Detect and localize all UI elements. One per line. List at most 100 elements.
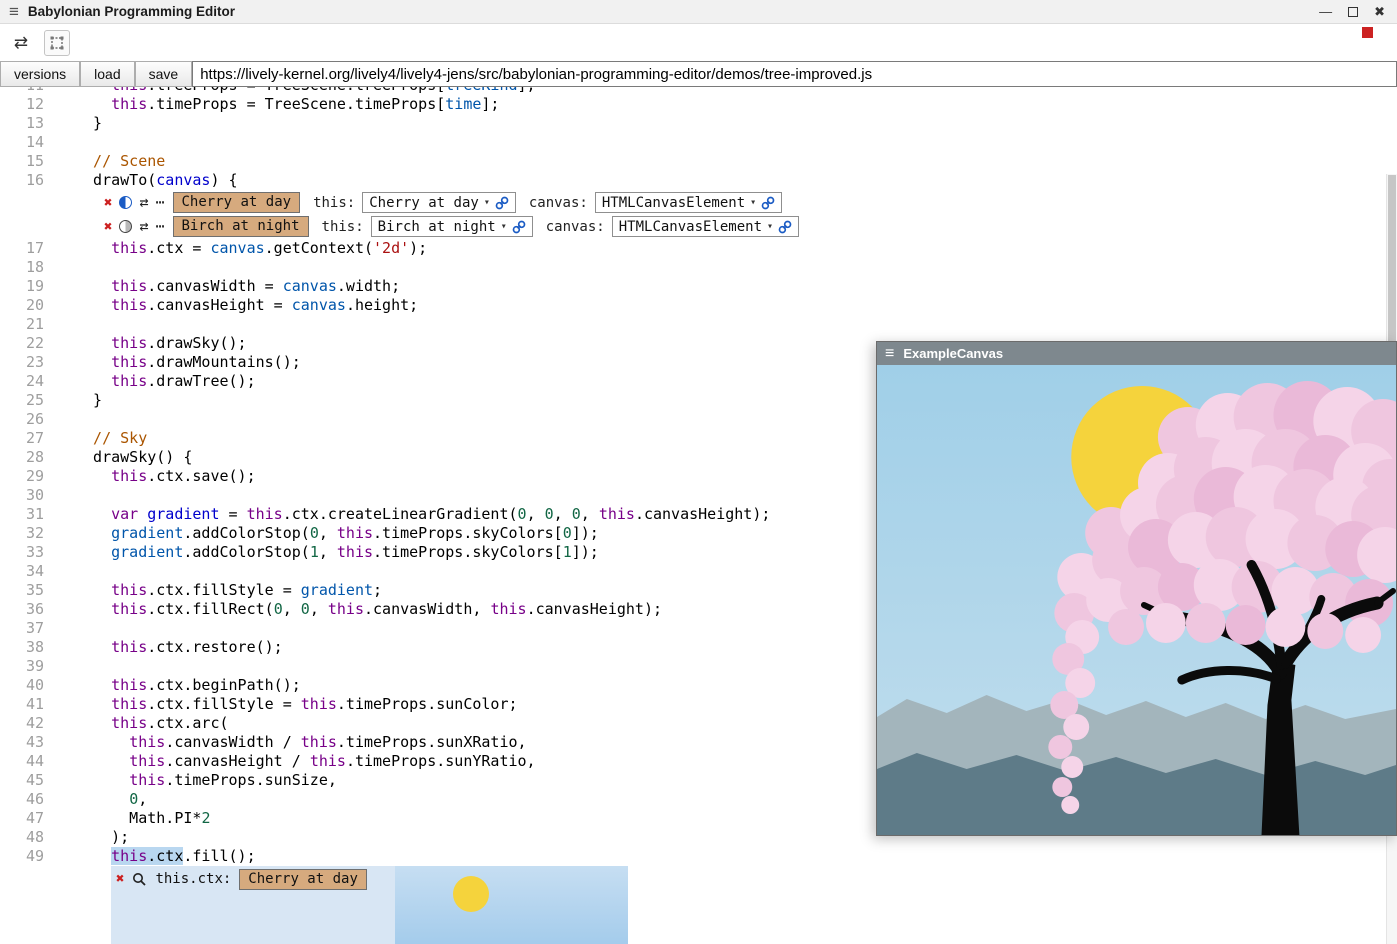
- example-name-badge[interactable]: Birch at night: [173, 216, 309, 237]
- more-options-icon[interactable]: ⋯: [155, 219, 165, 234]
- chevron-down-icon: ▾: [767, 221, 773, 232]
- line-number: 32: [0, 524, 75, 543]
- canvas-value-dropdown[interactable]: HTMLCanvasElement ▾: [595, 192, 782, 213]
- line-number: 44: [0, 752, 75, 771]
- code-text: Math.PI*2: [75, 809, 210, 828]
- example-toggle-icon[interactable]: [119, 220, 132, 233]
- modified-indicator: [1362, 27, 1373, 38]
- code-line-13[interactable]: 13 }: [0, 114, 1386, 133]
- code-text: this.ctx = canvas.getContext('2d');: [75, 239, 427, 258]
- code-text: // Sky: [75, 429, 147, 448]
- this-value-dropdown[interactable]: Birch at night ▾: [371, 216, 533, 237]
- line-number: 22: [0, 334, 75, 353]
- dropdown-value: Birch at night: [378, 219, 496, 235]
- line-number: 33: [0, 543, 75, 562]
- probe-widget: ✖ this.ctx: Cherry at day: [111, 866, 628, 944]
- example-delete-icon[interactable]: ✖: [104, 220, 112, 234]
- connections-button[interactable]: ⇄: [8, 30, 34, 56]
- link-icon[interactable]: [512, 220, 526, 234]
- line-number: 17: [0, 239, 75, 258]
- line-number: 48: [0, 828, 75, 847]
- line-number: 12: [0, 95, 75, 114]
- minimize-button[interactable]: —: [1319, 5, 1332, 18]
- probe-example-badge[interactable]: Cherry at day: [239, 869, 367, 890]
- menu-icon[interactable]: ≡: [0, 3, 28, 20]
- link-icon[interactable]: [495, 196, 509, 210]
- this-value-dropdown[interactable]: Cherry at day ▾: [362, 192, 516, 213]
- code-line-19[interactable]: 19 this.canvasWidth = canvas.width;: [0, 277, 1386, 296]
- line-number: 34: [0, 562, 75, 581]
- code-text: );: [75, 828, 129, 847]
- close-button[interactable]: ✖: [1374, 5, 1385, 18]
- code-text: this.timeProps.sunSize,: [75, 771, 337, 790]
- code-text: this.ctx.fillStyle = this.timeProps.sunC…: [75, 695, 518, 714]
- line-number: 41: [0, 695, 75, 714]
- code-line-14[interactable]: 14: [0, 133, 1386, 152]
- toolbar: ⇄: [0, 24, 1397, 61]
- code-line-21[interactable]: 21: [0, 315, 1386, 334]
- line-number: 15: [0, 152, 75, 171]
- param-label-this: this:: [322, 219, 364, 235]
- code-line-49[interactable]: 49 this.ctx.fill();: [0, 847, 1386, 866]
- more-options-icon[interactable]: ⋯: [155, 195, 165, 210]
- example-canvas-window[interactable]: ≡ ExampleCanvas: [876, 341, 1397, 836]
- probe-close-icon[interactable]: ✖: [116, 872, 124, 886]
- line-number: 28: [0, 448, 75, 467]
- code-line-17[interactable]: 17 this.ctx = canvas.getContext('2d');: [0, 239, 1386, 258]
- code-text: }: [75, 114, 102, 133]
- code-text: this.ctx.beginPath();: [75, 676, 301, 695]
- code-text: this.ctx.fill();: [75, 847, 256, 866]
- line-number: 30: [0, 486, 75, 505]
- window-controls: — ✖: [1319, 5, 1397, 18]
- code-line-12[interactable]: 12 this.timeProps = TreeScene.timeProps[…: [0, 95, 1386, 114]
- maximize-button[interactable]: [1348, 7, 1358, 17]
- line-number: 11: [0, 87, 75, 95]
- example-row: ✖ ⇄ ⋯ Birch at night this: Birch at nigh…: [104, 215, 1386, 238]
- save-button[interactable]: save: [135, 61, 193, 87]
- code-line-18[interactable]: 18: [0, 258, 1386, 277]
- code-text: this.ctx.restore();: [75, 638, 283, 657]
- link-icon[interactable]: [778, 220, 792, 234]
- canvas-value-dropdown[interactable]: HTMLCanvasElement ▾: [612, 216, 799, 237]
- window-title: Babylonian Programming Editor: [28, 4, 235, 19]
- example-canvas-titlebar[interactable]: ≡ ExampleCanvas: [877, 342, 1396, 365]
- code-text: this.canvasWidth / this.timeProps.sunXRa…: [75, 733, 527, 752]
- versions-button[interactable]: versions: [0, 61, 80, 87]
- magnifier-icon[interactable]: [132, 872, 147, 887]
- code-text: this.drawMountains();: [75, 353, 301, 372]
- selection-bounds-button[interactable]: [44, 30, 70, 56]
- load-button[interactable]: load: [80, 61, 134, 87]
- example-delete-icon[interactable]: ✖: [104, 196, 112, 210]
- menu-icon[interactable]: ≡: [885, 346, 894, 362]
- line-number: 40: [0, 676, 75, 695]
- chevron-down-icon: ▾: [501, 221, 507, 232]
- code-text: 0,: [75, 790, 147, 809]
- example-toggle-icon[interactable]: [119, 196, 132, 209]
- code-text: gradient.addColorStop(0, this.timeProps.…: [75, 524, 599, 543]
- code-text: drawTo(canvas) {: [75, 171, 238, 190]
- dropdown-value: HTMLCanvasElement: [619, 219, 762, 235]
- link-icon[interactable]: [761, 196, 775, 210]
- line-number: 35: [0, 581, 75, 600]
- code-text: this.canvasHeight = canvas.height;: [75, 296, 418, 315]
- param-label-this: this:: [313, 195, 355, 211]
- chevron-down-icon: ▾: [750, 197, 756, 208]
- line-number: 29: [0, 467, 75, 486]
- code-line-16[interactable]: 16 drawTo(canvas) {: [0, 171, 1386, 190]
- url-input[interactable]: [192, 61, 1397, 87]
- example-name-badge[interactable]: Cherry at day: [173, 192, 301, 213]
- line-number: 46: [0, 790, 75, 809]
- code-line-20[interactable]: 20 this.canvasHeight = canvas.height;: [0, 296, 1386, 315]
- line-number: 18: [0, 258, 75, 277]
- swap-arrows-icon[interactable]: ⇄: [139, 195, 148, 210]
- line-number: 19: [0, 277, 75, 296]
- example-canvas-drawing: [877, 365, 1396, 835]
- line-number: 16: [0, 171, 75, 190]
- code-line-15[interactable]: 15 // Scene: [0, 152, 1386, 171]
- line-number: 37: [0, 619, 75, 638]
- code-line-11[interactable]: 11 this.treeProps = TreeScene.treeProps[…: [0, 87, 1386, 95]
- code-text: this.ctx.save();: [75, 467, 256, 486]
- line-number: 13: [0, 114, 75, 133]
- chevron-down-icon: ▾: [484, 197, 490, 208]
- swap-arrows-icon[interactable]: ⇄: [139, 219, 148, 234]
